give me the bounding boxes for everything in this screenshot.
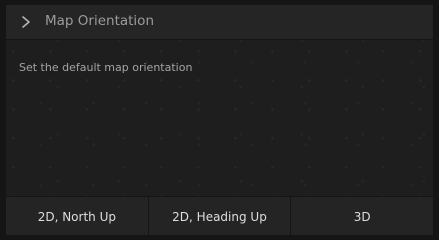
chevron-right-icon[interactable]	[19, 14, 33, 30]
option-3d-button[interactable]: 3D	[290, 197, 433, 235]
orientation-options: 2D, North Up 2D, Heading Up 3D	[6, 196, 433, 235]
map-orientation-panel: Map Orientation Set the default map orie…	[6, 5, 433, 235]
screen-frame: Map Orientation Set the default map orie…	[0, 0, 439, 240]
option-2d-heading-up-button[interactable]: 2D, Heading Up	[147, 197, 291, 235]
page-title: Map Orientation	[45, 13, 154, 29]
setting-description: Set the default map orientation	[19, 61, 193, 74]
option-2d-north-up-button[interactable]: 2D, North Up	[6, 197, 148, 235]
panel-header[interactable]: Map Orientation	[6, 5, 433, 40]
